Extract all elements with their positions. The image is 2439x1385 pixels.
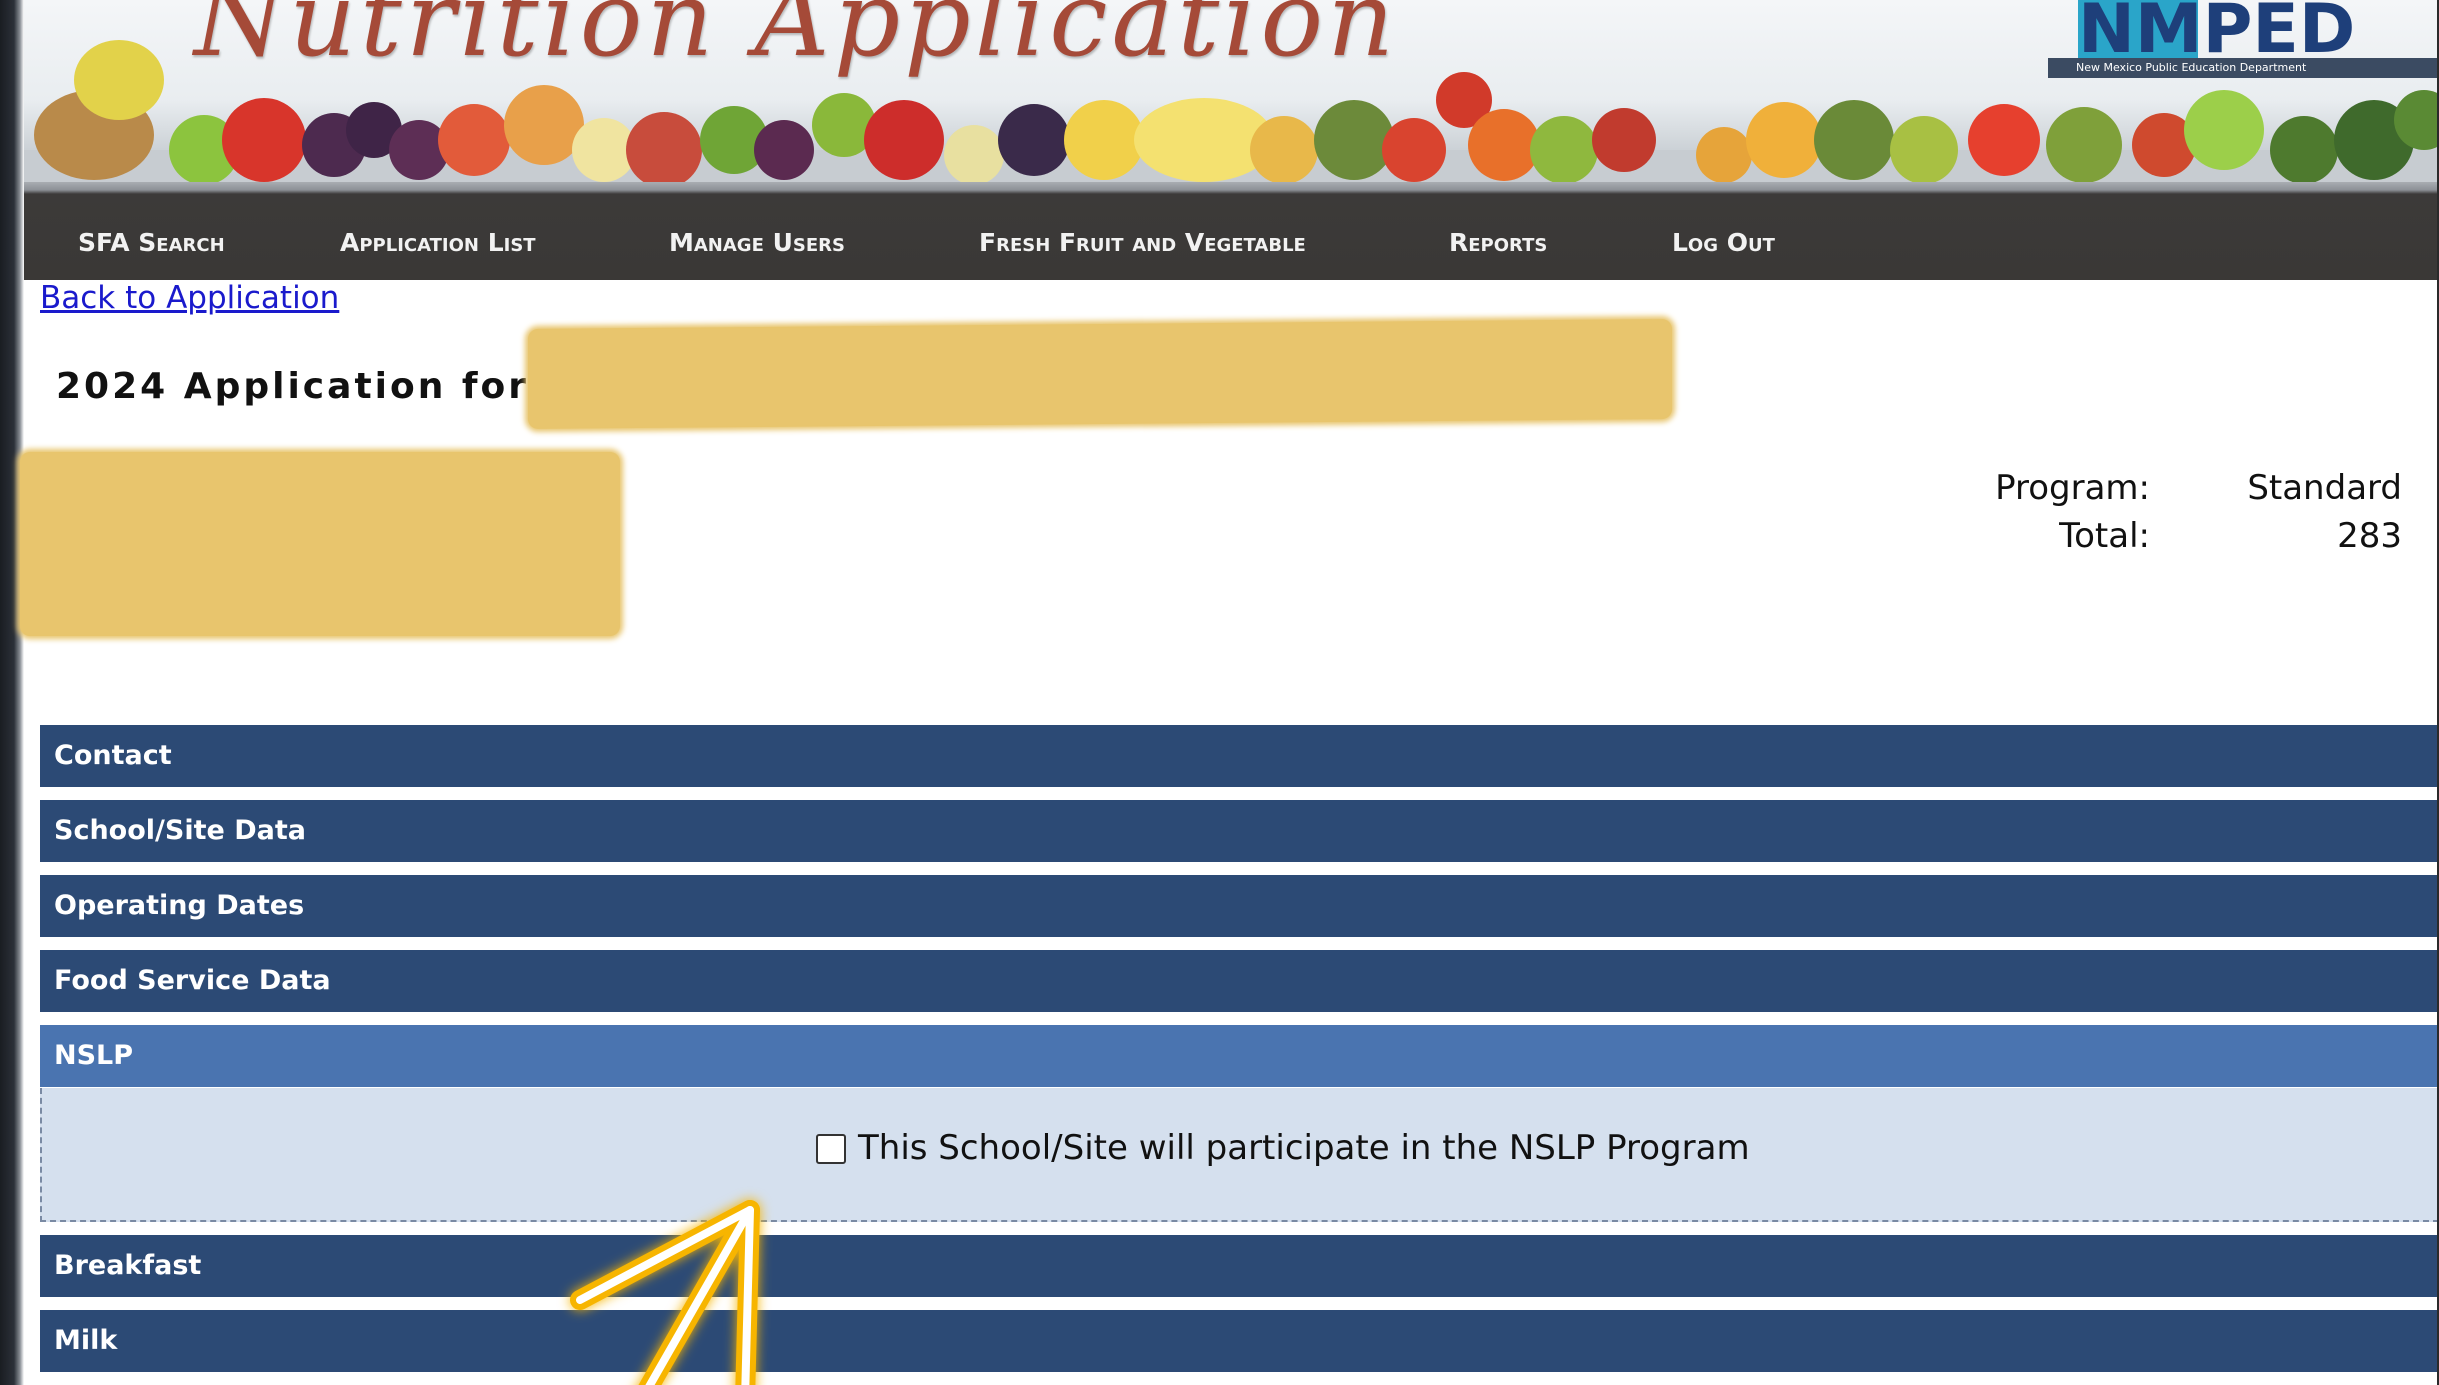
- header-banner: Nutrition Application NMPED New Mexico P…: [24, 0, 2439, 182]
- main-nav: SFA Search Application List Manage Users…: [24, 182, 2439, 280]
- nslp-participation-checkbox[interactable]: [816, 1134, 846, 1164]
- page: Nutrition Application NMPED New Mexico P…: [0, 0, 2439, 1385]
- nav-item-application-list[interactable]: Application List: [340, 228, 536, 257]
- nav-item-sfa-search[interactable]: SFA Search: [78, 228, 225, 257]
- nav-item-manage-users[interactable]: Manage Users: [669, 228, 845, 257]
- section-operating-dates[interactable]: Operating Dates: [40, 875, 2439, 937]
- section-nslp[interactable]: NSLP: [40, 1025, 2439, 1087]
- section-contact[interactable]: Contact: [40, 725, 2439, 787]
- nav-item-log-out[interactable]: Log Out: [1672, 228, 1775, 257]
- nslp-panel: This School/Site will participate in the…: [40, 1088, 2439, 1222]
- window-left-edge: [0, 0, 24, 1385]
- section-breakfast[interactable]: Breakfast: [40, 1235, 2439, 1297]
- total-label: Total:: [2059, 516, 2150, 556]
- section-milk[interactable]: Milk: [40, 1310, 2439, 1372]
- program-value: Standard: [2247, 468, 2402, 508]
- annotation-arrow-icon: [570, 1200, 760, 1385]
- nav-item-fresh-fruit-and-vegetable[interactable]: Fresh Fruit and Vegetable: [979, 228, 1306, 257]
- nslp-participation-label[interactable]: This School/Site will participate in the…: [858, 1128, 1750, 1168]
- back-to-application-link[interactable]: Back to Application: [40, 280, 339, 316]
- banner-title: Nutrition Application: [194, 0, 1399, 80]
- redacted-school-name: [528, 319, 1672, 429]
- total-value: 283: [2337, 516, 2402, 556]
- logo-subtitle: New Mexico Public Education Department: [2048, 58, 2439, 78]
- section-food-service-data[interactable]: Food Service Data: [40, 950, 2439, 1012]
- program-label: Program:: [1995, 468, 2150, 508]
- redacted-address-block: [20, 452, 620, 636]
- section-school-site-data[interactable]: School/Site Data: [40, 800, 2439, 862]
- page-title: 2024 Application for: [56, 366, 530, 407]
- nav-item-reports[interactable]: Reports: [1449, 228, 1547, 257]
